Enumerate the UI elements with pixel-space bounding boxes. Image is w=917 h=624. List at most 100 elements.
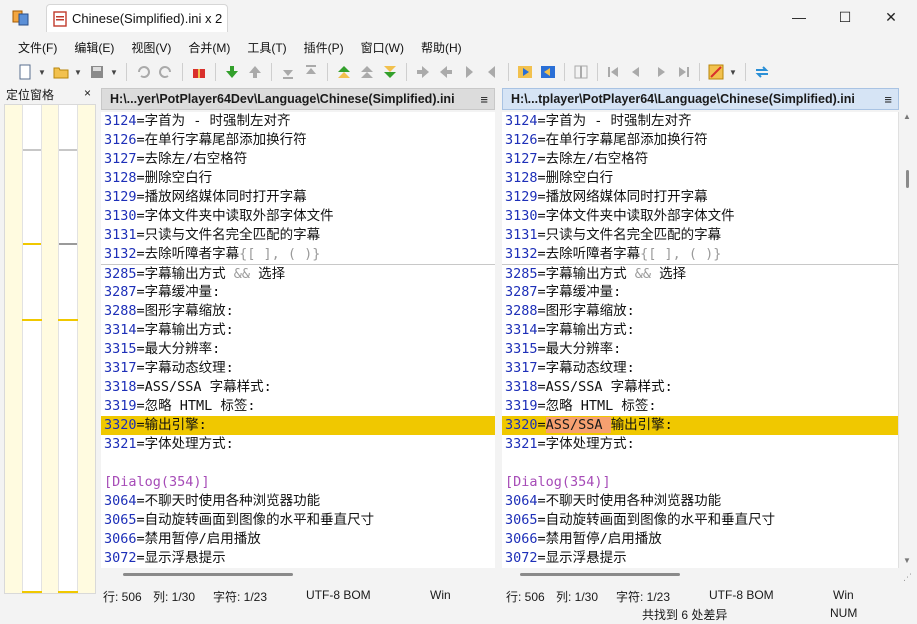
text-line[interactable]: 3315=最大分辨率: xyxy=(502,340,898,359)
text-line[interactable]: 3130=字体文件夹中读取外部字体文件 xyxy=(101,207,495,226)
text-line[interactable]: 3288=图形字幕缩放: xyxy=(101,302,495,321)
color-options-dropdown[interactable]: ▼ xyxy=(728,61,738,83)
text-line[interactable]: 3318=ASS/SSA 字幕样式: xyxy=(502,378,898,397)
locator-pane[interactable] xyxy=(4,104,96,594)
menu-tools[interactable]: 工具(T) xyxy=(239,39,295,56)
document-tab[interactable]: Chinese(Simplified).ini x 2 xyxy=(46,4,228,32)
text-line[interactable]: 3319=忽略 HTML 标签: xyxy=(502,397,898,416)
close-button[interactable]: ✕ xyxy=(868,0,914,34)
text-line[interactable]: 3066=禁用暂停/启用播放 xyxy=(101,530,495,549)
menu-edit[interactable]: 编辑(E) xyxy=(66,39,123,56)
copy-left-button[interactable] xyxy=(435,61,457,83)
text-line[interactable]: 3127=去除左/右空格符 xyxy=(502,150,898,169)
left-pane-menu-icon[interactable]: ≡ xyxy=(480,92,488,107)
text-line[interactable]: 3128=删除空白行 xyxy=(101,169,495,188)
text-line[interactable]: 3065=自动旋转画面到图像的水平和垂直尺寸 xyxy=(502,511,898,530)
new-button[interactable] xyxy=(14,61,36,83)
vertical-scrollbar[interactable]: ▲ ▼ xyxy=(900,112,914,568)
merge-selected-button[interactable] xyxy=(356,61,378,83)
menu-help[interactable]: 帮助(H) xyxy=(413,39,471,56)
save-dropdown[interactable]: ▼ xyxy=(109,61,119,83)
right-pane-menu-icon[interactable]: ≡ xyxy=(884,92,892,107)
copy-left-advance-button[interactable] xyxy=(481,61,503,83)
vertical-scroll-thumb[interactable] xyxy=(906,170,909,188)
text-line[interactable]: 3066=禁用暂停/启用播放 xyxy=(502,530,898,549)
goto-last-button[interactable] xyxy=(672,61,694,83)
right-text-pane[interactable]: 3124=字首为 - 时强制左对齐 3126=在单行字幕尾部添加换行符 3127=去… xyxy=(502,112,899,568)
locator-right-column[interactable] xyxy=(58,105,78,593)
text-line[interactable]: 3317=字幕动态纹理: xyxy=(502,359,898,378)
text-line[interactable]: 3132=去除听障者字幕{[ ], ( )} xyxy=(502,245,898,264)
copy-right-button[interactable] xyxy=(412,61,434,83)
text-line[interactable]: 3321=字体处理方式: xyxy=(502,435,898,454)
text-line[interactable]: 3319=忽略 HTML 标签: xyxy=(101,397,495,416)
text-line[interactable]: 3287=字幕缓冲量: xyxy=(101,283,495,302)
menu-window[interactable]: 窗口(W) xyxy=(353,39,413,56)
all-left-button[interactable] xyxy=(537,61,559,83)
pane-toggle-button[interactable] xyxy=(570,61,592,83)
locator-left-column[interactable] xyxy=(22,105,42,593)
minimize-button[interactable]: — xyxy=(776,0,822,34)
text-line[interactable]: 3129=播放网络媒体同时打开字幕 xyxy=(502,188,898,207)
text-line[interactable]: 3320=ASS/SSA 输出引擎: xyxy=(502,416,898,435)
goto-first-button[interactable] xyxy=(603,61,625,83)
copy-right-advance-button[interactable] xyxy=(458,61,480,83)
left-scroll-thumb[interactable] xyxy=(123,573,293,576)
left-file-header[interactable]: H:\...yer\PotPlayer64Dev\Language\Chines… xyxy=(101,88,495,110)
text-line[interactable]: 3314=字幕输出方式: xyxy=(502,321,898,340)
merge-down-button[interactable] xyxy=(379,61,401,83)
text-line[interactable]: [Dialog(354)] xyxy=(101,473,495,492)
text-line[interactable]: 3126=在单行字幕尾部添加换行符 xyxy=(502,131,898,150)
scroll-down-icon[interactable]: ▼ xyxy=(903,556,911,565)
open-button[interactable] xyxy=(50,61,72,83)
resize-grip-icon[interactable]: ⋰ xyxy=(903,572,912,583)
menu-file[interactable]: 文件(F) xyxy=(10,39,66,56)
right-file-header[interactable]: H:\...tplayer\PotPlayer64\Language\Chine… xyxy=(502,88,899,110)
color-options-button[interactable] xyxy=(705,61,727,83)
text-line[interactable] xyxy=(502,454,898,473)
text-line[interactable]: 3285=字幕输出方式 && 选择 xyxy=(502,264,898,283)
merge-all-button[interactable] xyxy=(333,61,355,83)
text-line[interactable]: 3064=不聊天时使用各种浏览器功能 xyxy=(101,492,495,511)
text-line[interactable]: 3065=自动旋转画面到图像的水平和垂直尺寸 xyxy=(101,511,495,530)
save-button[interactable] xyxy=(86,61,108,83)
next-diff-button[interactable] xyxy=(221,61,243,83)
menu-merge[interactable]: 合并(M) xyxy=(180,39,239,56)
text-line[interactable]: 3072=显示浮悬提示 xyxy=(101,549,495,568)
first-diff-button[interactable] xyxy=(277,61,299,83)
left-horizontal-scrollbar[interactable] xyxy=(101,570,495,580)
text-line[interactable]: 3126=在单行字幕尾部添加换行符 xyxy=(101,131,495,150)
last-diff-button[interactable] xyxy=(300,61,322,83)
text-line[interactable]: 3072=显示浮悬提示 xyxy=(502,549,898,568)
text-line[interactable]: 3287=字幕缓冲量: xyxy=(502,283,898,302)
all-right-button[interactable] xyxy=(514,61,536,83)
locator-close-icon[interactable]: × xyxy=(84,86,91,100)
text-line[interactable]: 3124=字首为 - 时强制左对齐 xyxy=(502,112,898,131)
left-text-pane[interactable]: 3124=字首为 - 时强制左对齐 3126=在单行字幕尾部添加换行符 3127=去… xyxy=(101,112,495,568)
menu-plugins[interactable]: 插件(P) xyxy=(296,39,353,56)
maximize-button[interactable]: ☐ xyxy=(822,0,868,34)
text-line[interactable]: 3064=不聊天时使用各种浏览器功能 xyxy=(502,492,898,511)
text-line[interactable]: 3130=字体文件夹中读取外部字体文件 xyxy=(502,207,898,226)
scroll-up-icon[interactable]: ▲ xyxy=(903,112,911,121)
text-line[interactable] xyxy=(101,454,495,473)
text-line[interactable]: 3285=字幕输出方式 && 选择 xyxy=(101,264,495,283)
text-line[interactable]: 3315=最大分辨率: xyxy=(101,340,495,359)
refresh-button[interactable] xyxy=(751,61,773,83)
text-line[interactable]: 3132=去除听障者字幕{[ ], ( )} xyxy=(101,245,495,264)
new-dropdown[interactable]: ▼ xyxy=(37,61,47,83)
text-line[interactable]: [Dialog(354)] xyxy=(502,473,898,492)
goto-prev-button[interactable] xyxy=(626,61,648,83)
text-line[interactable]: 3127=去除左/右空格符 xyxy=(101,150,495,169)
prev-diff-button[interactable] xyxy=(244,61,266,83)
redo-button[interactable] xyxy=(155,61,177,83)
text-line[interactable]: 3129=播放网络媒体同时打开字幕 xyxy=(101,188,495,207)
text-line[interactable]: 3124=字首为 - 时强制左对齐 xyxy=(101,112,495,131)
text-line[interactable]: 3320=输出引擎: xyxy=(101,416,495,435)
menu-view[interactable]: 视图(V) xyxy=(123,39,180,56)
text-line[interactable]: 3321=字体处理方式: xyxy=(101,435,495,454)
right-scroll-thumb[interactable] xyxy=(520,573,680,576)
goto-next-button[interactable] xyxy=(649,61,671,83)
text-line[interactable]: 3314=字幕输出方式: xyxy=(101,321,495,340)
options-button[interactable] xyxy=(188,61,210,83)
